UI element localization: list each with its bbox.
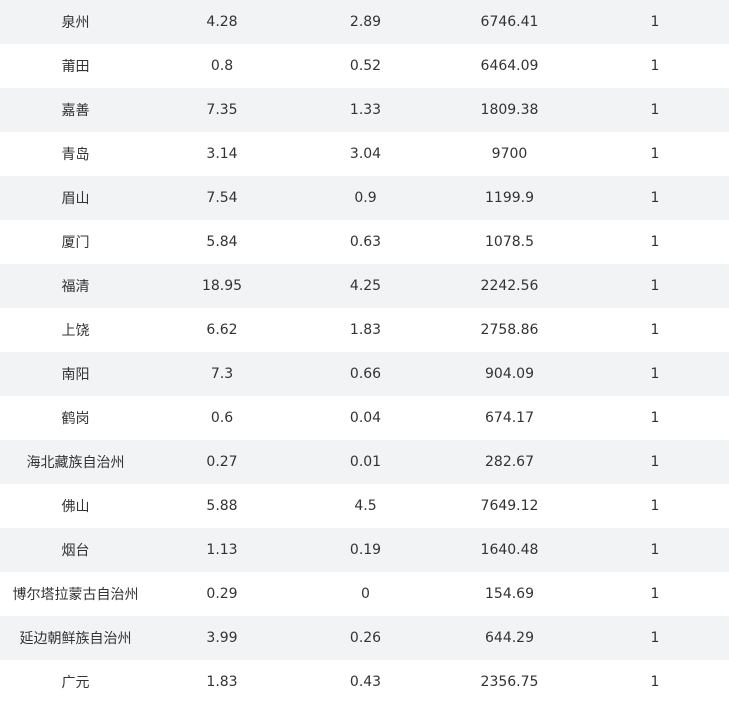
cell-value-4: 1: [581, 396, 729, 440]
cell-value-3: 1199.9: [438, 176, 581, 220]
cell-value-4: 1: [581, 264, 729, 308]
cell-value-1: 7.54: [151, 176, 293, 220]
cell-value-1: 7.35: [151, 88, 293, 132]
cell-value-2: 2.89: [293, 0, 438, 44]
cell-city: 海北藏族自治州: [0, 440, 151, 484]
table-row: 青岛 3.14 3.04 9700 1: [0, 132, 729, 176]
cell-value-3: 6746.41: [438, 0, 581, 44]
table-row: 广元 1.83 0.43 2356.75 1: [0, 660, 729, 704]
table-row: 莆田 0.8 0.52 6464.09 1: [0, 44, 729, 88]
cell-value-1: 3.14: [151, 132, 293, 176]
table-row: 南阳 7.3 0.66 904.09 1: [0, 352, 729, 396]
cell-value-4: 1: [581, 660, 729, 704]
cell-city: 博尔塔拉蒙古自治州: [0, 572, 151, 616]
cell-value-4: 1: [581, 176, 729, 220]
cell-value-3: 2758.86: [438, 308, 581, 352]
cell-value-4: 1: [581, 44, 729, 88]
cell-value-4: 1: [581, 440, 729, 484]
cell-value-2: 1.33: [293, 88, 438, 132]
cell-value-4: 1: [581, 484, 729, 528]
cell-city: 福清: [0, 264, 151, 308]
cell-value-3: 1809.38: [438, 88, 581, 132]
cell-value-2: 3.04: [293, 132, 438, 176]
cell-value-2: 0.52: [293, 44, 438, 88]
cell-value-1: 1.13: [151, 528, 293, 572]
cell-value-2: 0.26: [293, 616, 438, 660]
table-row: 鹤岗 0.6 0.04 674.17 1: [0, 396, 729, 440]
cell-value-4: 1: [581, 352, 729, 396]
cell-value-4: 1: [581, 0, 729, 44]
cell-value-3: 1640.48: [438, 528, 581, 572]
data-table: 泉州 4.28 2.89 6746.41 1 莆田 0.8 0.52 6464.…: [0, 0, 729, 704]
cell-value-2: 0.63: [293, 220, 438, 264]
cell-value-1: 5.88: [151, 484, 293, 528]
cell-value-2: 0: [293, 572, 438, 616]
table-body: 泉州 4.28 2.89 6746.41 1 莆田 0.8 0.52 6464.…: [0, 0, 729, 704]
cell-city: 青岛: [0, 132, 151, 176]
cell-city: 嘉善: [0, 88, 151, 132]
cell-value-2: 0.19: [293, 528, 438, 572]
cell-value-3: 674.17: [438, 396, 581, 440]
table-row: 博尔塔拉蒙古自治州 0.29 0 154.69 1: [0, 572, 729, 616]
cell-city: 南阳: [0, 352, 151, 396]
table-row: 泉州 4.28 2.89 6746.41 1: [0, 0, 729, 44]
cell-city: 鹤岗: [0, 396, 151, 440]
cell-value-2: 4.25: [293, 264, 438, 308]
table-row: 海北藏族自治州 0.27 0.01 282.67 1: [0, 440, 729, 484]
cell-value-3: 2242.56: [438, 264, 581, 308]
cell-value-1: 0.27: [151, 440, 293, 484]
cell-value-1: 6.62: [151, 308, 293, 352]
cell-value-1: 1.83: [151, 660, 293, 704]
table-row: 上饶 6.62 1.83 2758.86 1: [0, 308, 729, 352]
cell-value-1: 3.99: [151, 616, 293, 660]
cell-value-3: 644.29: [438, 616, 581, 660]
cell-value-3: 904.09: [438, 352, 581, 396]
cell-value-4: 1: [581, 572, 729, 616]
table-row: 延边朝鲜族自治州 3.99 0.26 644.29 1: [0, 616, 729, 660]
cell-city: 泉州: [0, 0, 151, 44]
cell-value-2: 4.5: [293, 484, 438, 528]
cell-value-3: 282.67: [438, 440, 581, 484]
cell-value-2: 1.83: [293, 308, 438, 352]
table-row: 眉山 7.54 0.9 1199.9 1: [0, 176, 729, 220]
cell-value-4: 1: [581, 616, 729, 660]
cell-value-1: 5.84: [151, 220, 293, 264]
cell-city: 眉山: [0, 176, 151, 220]
cell-value-1: 7.3: [151, 352, 293, 396]
table-row: 嘉善 7.35 1.33 1809.38 1: [0, 88, 729, 132]
cell-value-4: 1: [581, 88, 729, 132]
cell-value-3: 6464.09: [438, 44, 581, 88]
cell-city: 烟台: [0, 528, 151, 572]
cell-value-2: 0.9: [293, 176, 438, 220]
cell-city: 厦门: [0, 220, 151, 264]
cell-city: 莆田: [0, 44, 151, 88]
cell-city: 延边朝鲜族自治州: [0, 616, 151, 660]
cell-value-3: 1078.5: [438, 220, 581, 264]
table-row: 烟台 1.13 0.19 1640.48 1: [0, 528, 729, 572]
table-row: 佛山 5.88 4.5 7649.12 1: [0, 484, 729, 528]
cell-value-2: 0.04: [293, 396, 438, 440]
cell-value-4: 1: [581, 220, 729, 264]
cell-value-1: 0.8: [151, 44, 293, 88]
cell-value-1: 4.28: [151, 0, 293, 44]
table-row: 厦门 5.84 0.63 1078.5 1: [0, 220, 729, 264]
cell-value-2: 0.01: [293, 440, 438, 484]
cell-value-3: 2356.75: [438, 660, 581, 704]
cell-value-2: 0.66: [293, 352, 438, 396]
cell-city: 上饶: [0, 308, 151, 352]
cell-value-4: 1: [581, 528, 729, 572]
cell-value-1: 0.6: [151, 396, 293, 440]
cell-value-3: 9700: [438, 132, 581, 176]
cell-city: 佛山: [0, 484, 151, 528]
cell-value-4: 1: [581, 132, 729, 176]
cell-value-1: 0.29: [151, 572, 293, 616]
cell-value-1: 18.95: [151, 264, 293, 308]
cell-city: 广元: [0, 660, 151, 704]
cell-value-3: 7649.12: [438, 484, 581, 528]
table-row: 福清 18.95 4.25 2242.56 1: [0, 264, 729, 308]
cell-value-2: 0.43: [293, 660, 438, 704]
cell-value-3: 154.69: [438, 572, 581, 616]
cell-value-4: 1: [581, 308, 729, 352]
